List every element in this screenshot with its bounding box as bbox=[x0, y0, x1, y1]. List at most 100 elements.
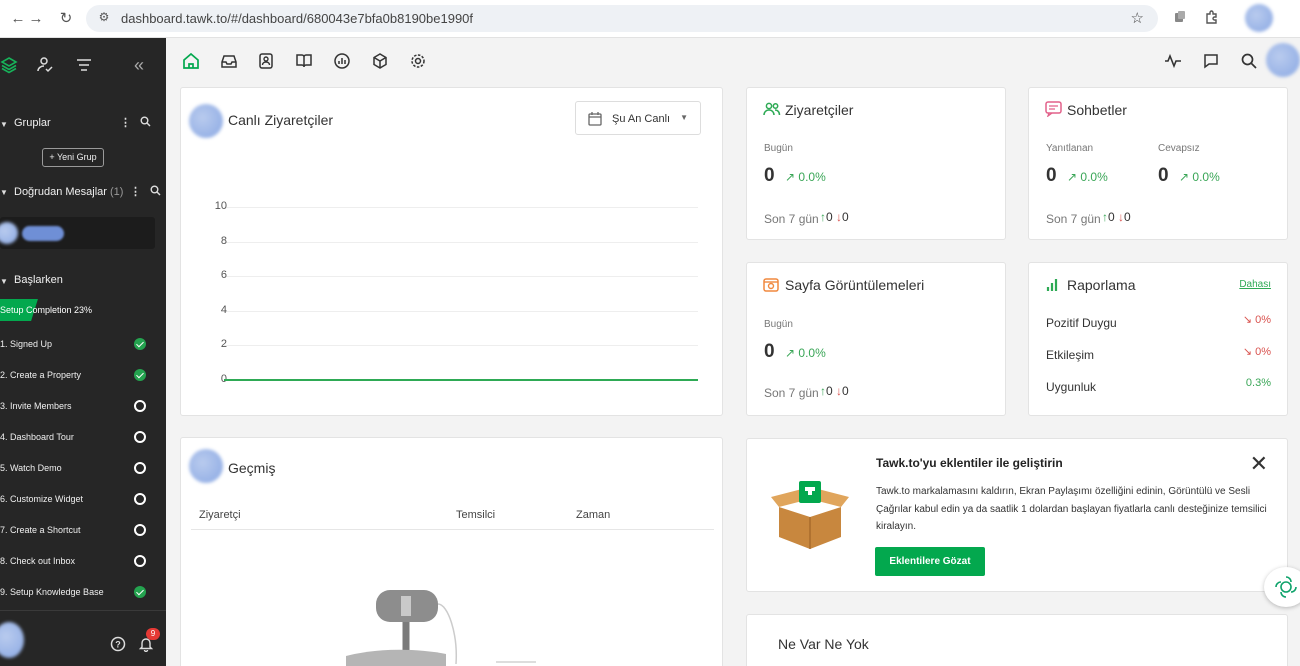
promo-body: Tawk.to markalamasını kaldırın, Ekran Pa… bbox=[876, 486, 1267, 532]
chats-missed-trend: ↗ 0.0% bbox=[1179, 170, 1220, 184]
search-icon[interactable] bbox=[1240, 52, 1258, 70]
chart-gridline bbox=[224, 310, 698, 312]
live-filter-dropdown[interactable]: Şu An Canlı ▼ bbox=[575, 101, 701, 135]
report-row-label: Uygunluk bbox=[1046, 380, 1097, 394]
groups-title[interactable]: Gruplar bbox=[14, 117, 51, 129]
addons-box-illustration bbox=[771, 477, 849, 551]
y-tick-label: 8 bbox=[220, 234, 227, 247]
history-column-agent[interactable]: Temsilci bbox=[456, 509, 495, 521]
y-tick-label: 4 bbox=[220, 303, 227, 316]
setup-step-item[interactable]: 4. Dashboard Tour bbox=[0, 428, 166, 448]
chat-bubble-icon[interactable] bbox=[1202, 52, 1220, 70]
pageviews-title: Sayfa Görüntülemeleri bbox=[785, 277, 925, 293]
empty-circle-icon bbox=[134, 493, 146, 505]
extension-icon[interactable] bbox=[1170, 9, 1190, 29]
report-row-label: Pozitif Duygu bbox=[1046, 316, 1117, 330]
setup-step-item[interactable]: 6. Customize Widget bbox=[0, 490, 166, 510]
empty-circle-icon bbox=[134, 400, 146, 412]
chats-missed-label: Cevapsız bbox=[1158, 143, 1200, 154]
browse-addons-button[interactable]: Eklentilere Gözat bbox=[875, 547, 985, 576]
chevron-down-icon[interactable]: ▼ bbox=[0, 277, 8, 286]
setup-step-item[interactable]: 9. Setup Knowledge Base bbox=[0, 583, 166, 603]
setup-step-item[interactable]: 2. Create a Property bbox=[0, 366, 166, 386]
user-avatar[interactable] bbox=[0, 622, 24, 658]
reload-icon[interactable]: ↻ bbox=[56, 9, 76, 29]
y-tick-label: 2 bbox=[220, 338, 227, 351]
site-settings-icon[interactable]: ⚙ bbox=[96, 10, 112, 26]
trend-down-icon: ↘ bbox=[1242, 346, 1256, 358]
reports-icon[interactable] bbox=[333, 52, 351, 70]
empty-circle-icon bbox=[134, 462, 146, 474]
search-icon[interactable] bbox=[150, 185, 161, 199]
live-visitors-title: Canlı Ziyaretçiler bbox=[228, 112, 334, 128]
puzzle-icon[interactable] bbox=[1202, 9, 1222, 29]
getting-started-title[interactable]: Başlarken bbox=[14, 274, 63, 286]
activity-icon[interactable] bbox=[1164, 52, 1182, 70]
url-text[interactable]: dashboard.tawk.to/#/dashboard/680043e7bf… bbox=[121, 11, 473, 26]
dm-contact-name bbox=[22, 226, 64, 241]
setup-step-label: 4. Dashboard Tour bbox=[0, 432, 74, 442]
avatar bbox=[0, 222, 18, 244]
help-icon[interactable]: ? bbox=[110, 636, 126, 652]
settings-gear-icon[interactable] bbox=[409, 52, 427, 70]
tawk-layers-icon[interactable] bbox=[0, 56, 20, 76]
dm-more-icon[interactable]: ⋮ bbox=[130, 185, 141, 198]
bookmark-star-icon[interactable]: ☆ bbox=[1131, 9, 1144, 27]
sidebar-divider bbox=[0, 610, 166, 611]
profile-avatar[interactable] bbox=[1245, 4, 1273, 32]
history-column-visitor[interactable]: Ziyaretçi bbox=[199, 509, 241, 521]
setup-step-item[interactable]: 3. Invite Members bbox=[0, 397, 166, 417]
chevron-down-icon[interactable]: ▼ bbox=[0, 188, 8, 197]
chat-widget-button[interactable] bbox=[1264, 567, 1300, 607]
knowledge-base-icon[interactable] bbox=[295, 52, 313, 70]
contacts-icon[interactable] bbox=[257, 52, 275, 70]
setup-step-item[interactable]: 1. Signed Up bbox=[0, 335, 166, 355]
addons-cube-icon[interactable] bbox=[371, 52, 389, 70]
inbox-icon[interactable] bbox=[220, 52, 238, 70]
chevron-down-icon[interactable]: ▼ bbox=[0, 120, 8, 129]
visitors-last7-label: Son 7 gün bbox=[764, 212, 819, 226]
visitors-last7-stats: ↑0 ↓0 bbox=[820, 210, 849, 224]
bar-chart-icon bbox=[1046, 278, 1060, 297]
notification-badge: 9 bbox=[146, 628, 160, 640]
visitors-title: Ziyaretçiler bbox=[785, 102, 854, 118]
reporting-title: Raporlama bbox=[1067, 277, 1136, 293]
agent-status-icon[interactable] bbox=[36, 56, 56, 76]
new-group-button[interactable]: + Yeni Grup bbox=[42, 148, 104, 167]
calendar-icon bbox=[587, 111, 603, 132]
chevron-down-icon: ▼ bbox=[680, 113, 688, 122]
dm-list-item[interactable] bbox=[0, 217, 155, 249]
chart-gridline bbox=[224, 345, 698, 347]
setup-progress-label: Setup Completion 23% bbox=[0, 305, 93, 315]
setup-step-item[interactable]: 7. Create a Shortcut bbox=[0, 521, 166, 541]
address-bar[interactable]: ⚙ dashboard.tawk.to/#/dashboard/680043e7… bbox=[86, 5, 1158, 32]
setup-progress-bar: Setup Completion 23% bbox=[0, 299, 166, 321]
empty-mailbox-illustration bbox=[346, 576, 556, 666]
agent-avatar[interactable] bbox=[1266, 43, 1300, 77]
collapse-sidebar-icon[interactable]: « bbox=[134, 56, 154, 76]
history-column-time[interactable]: Zaman bbox=[576, 509, 610, 521]
direct-messages-title[interactable]: Doğrudan Mesajlar (1) bbox=[14, 186, 123, 198]
promo-title: Tawk.to'yu eklentiler ile geliştirin bbox=[876, 456, 1063, 470]
check-circle-icon bbox=[134, 586, 146, 598]
setup-step-item[interactable]: 8. Check out Inbox bbox=[0, 552, 166, 572]
back-icon[interactable]: ← bbox=[8, 9, 28, 29]
filter-menu-icon[interactable] bbox=[75, 56, 95, 76]
setup-step-label: 1. Signed Up bbox=[0, 339, 53, 349]
setup-step-item[interactable]: 5. Watch Demo bbox=[0, 459, 166, 479]
chats-answered-trend: ↗ 0.0% bbox=[1067, 170, 1108, 184]
setup-step-label: 5. Watch Demo bbox=[0, 463, 62, 473]
chart-gridline bbox=[224, 241, 698, 243]
forward-icon[interactable]: → bbox=[26, 9, 46, 29]
svg-text:?: ? bbox=[115, 640, 121, 650]
y-tick-label: 10 bbox=[214, 200, 227, 212]
groups-more-icon[interactable]: ⋮ bbox=[120, 116, 131, 129]
setup-step-label: 3. Invite Members bbox=[0, 401, 72, 411]
close-icon[interactable]: ✕ bbox=[1250, 453, 1268, 475]
empty-circle-icon bbox=[134, 555, 146, 567]
search-icon[interactable] bbox=[140, 116, 151, 130]
home-icon[interactable] bbox=[182, 52, 200, 70]
visitors-today-trend: ↗ 0.0% bbox=[785, 170, 826, 184]
reporting-more-link[interactable]: Dahası bbox=[1239, 279, 1271, 290]
report-row-value: 0.3% bbox=[1245, 377, 1271, 389]
